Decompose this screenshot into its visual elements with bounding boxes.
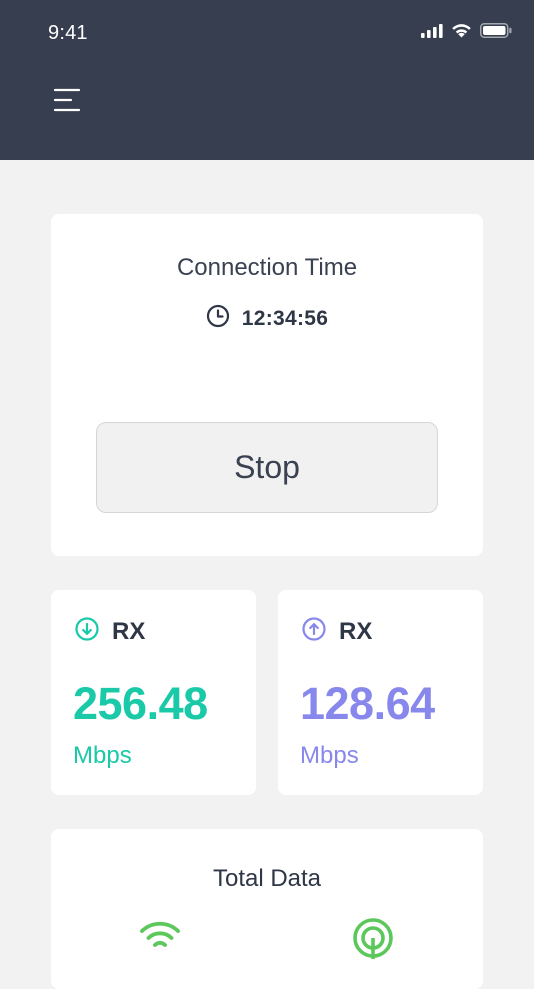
connection-title: Connection Time xyxy=(176,254,358,281)
connection-time: 12:34:56 xyxy=(241,306,329,330)
arrow-down-circle-icon xyxy=(74,616,100,647)
stop-button[interactable]: Stop xyxy=(96,422,438,513)
status-time: 9:41 xyxy=(48,22,88,44)
connection-card: Connection Time 12:34:56 Stop xyxy=(51,214,483,556)
upload-unit: Mbps xyxy=(300,742,359,769)
status-icons xyxy=(421,22,512,44)
upload-card: RX 128.64 Mbps xyxy=(278,590,483,795)
download-header: RX xyxy=(74,616,145,647)
connection-time-row: 12:34:56 xyxy=(51,304,483,333)
menu-icon xyxy=(52,88,84,120)
download-value: 256.48 xyxy=(73,678,208,729)
upload-label: RX xyxy=(339,617,373,645)
signal-icon xyxy=(421,23,443,43)
total-data-title: Total Data xyxy=(212,865,322,892)
app-header: 9:41 xyxy=(0,0,534,160)
total-data-card: Total Data xyxy=(51,829,483,989)
download-label: RX xyxy=(112,617,146,645)
download-card: RX 256.48 Mbps xyxy=(51,590,256,795)
clock-icon xyxy=(206,304,230,333)
upload-value: 128.64 xyxy=(300,678,435,729)
wifi-icon xyxy=(451,23,472,43)
status-bar: 9:41 xyxy=(0,0,534,66)
download-unit: Mbps xyxy=(73,742,132,769)
arrow-up-circle-icon xyxy=(301,616,327,647)
upload-header: RX xyxy=(301,616,372,647)
menu-button[interactable] xyxy=(52,86,84,116)
wifi-icon xyxy=(137,917,183,958)
battery-icon xyxy=(480,23,512,43)
target-icon xyxy=(352,917,394,964)
